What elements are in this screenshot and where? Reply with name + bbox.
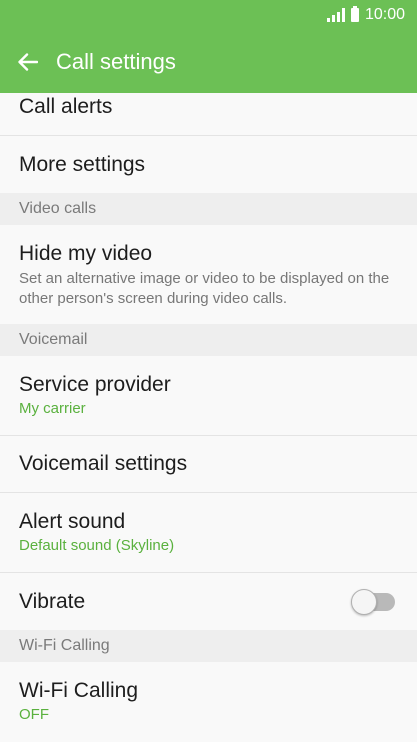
vibrate-title: Vibrate: [19, 589, 86, 613]
alert-sound-item[interactable]: Alert sound Default sound (Skyline): [0, 493, 417, 573]
battery-icon: [350, 6, 359, 22]
more-settings-item[interactable]: More settings: [0, 136, 417, 193]
wifi-calling-item[interactable]: Wi-Fi Calling OFF: [0, 662, 417, 742]
signal-icon: [326, 8, 345, 22]
page-title: Call settings: [56, 48, 176, 74]
section-header-wifi-calling: Wi-Fi Calling: [0, 630, 417, 662]
hide-my-video-item[interactable]: Hide my video Set an alternative image o…: [0, 225, 417, 324]
call-alerts-title: Call alerts: [19, 95, 113, 118]
back-button[interactable]: [0, 30, 56, 93]
status-time: 10:00: [364, 6, 405, 23]
status-bar: 10:00: [0, 0, 417, 30]
toggle-knob: [351, 588, 377, 615]
wifi-calling-title: Wi-Fi Calling: [19, 679, 139, 702]
section-header-video-calls: Video calls: [0, 193, 417, 225]
vibrate-toggle[interactable]: [351, 588, 395, 615]
alert-sound-value: Default sound (Skyline): [19, 537, 175, 554]
vibrate-item[interactable]: Vibrate: [0, 573, 417, 630]
voicemail-settings-item[interactable]: Voicemail settings: [0, 436, 417, 493]
call-alerts-item[interactable]: Call alerts: [0, 93, 417, 136]
hide-my-video-description: Set an alternative image or video to be …: [19, 270, 390, 307]
service-provider-title: Service provider: [19, 373, 171, 396]
hide-my-video-title: Hide my video: [19, 242, 153, 265]
wifi-calling-value: OFF: [19, 706, 49, 723]
alert-sound-title: Alert sound: [19, 510, 126, 533]
voicemail-settings-title: Voicemail settings: [19, 452, 188, 475]
settings-list: Call alerts More settings Video calls Hi…: [0, 93, 417, 742]
service-provider-item[interactable]: Service provider My carrier: [0, 356, 417, 436]
section-header-voicemail: Voicemail: [0, 324, 417, 356]
app-bar: Call settings: [0, 30, 417, 93]
arrow-left-icon: [18, 52, 38, 71]
more-settings-title: More settings: [19, 152, 146, 176]
service-provider-value: My carrier: [19, 400, 86, 417]
